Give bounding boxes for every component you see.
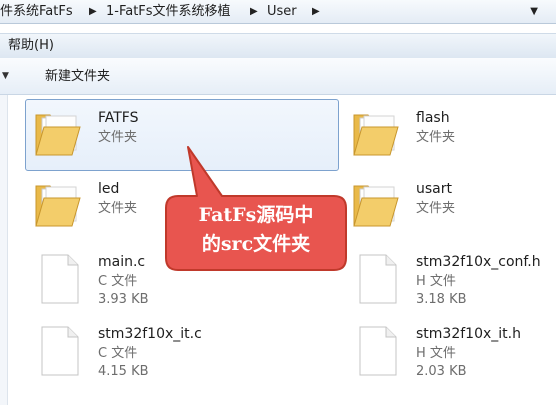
callout-line: 的src文件夹 (201, 233, 311, 255)
callout-line: FatFs源码中 (198, 204, 314, 226)
callout-text: FatFs源码中 的src文件夹 (168, 201, 344, 259)
